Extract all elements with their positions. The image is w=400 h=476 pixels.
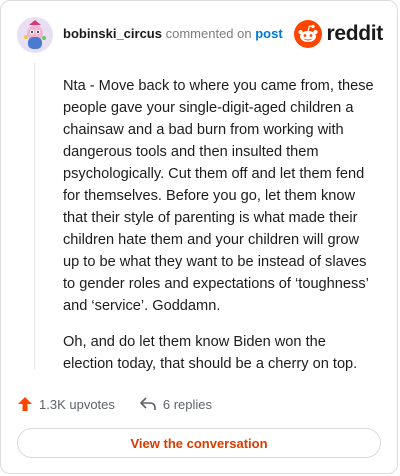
replies-button[interactable]: 6 replies xyxy=(139,396,212,412)
reddit-snoo-icon xyxy=(294,20,323,48)
replies-count: 6 replies xyxy=(162,396,213,412)
comment-paragraph: Nta - Move back to where you came from, … xyxy=(63,78,374,314)
comment-body: Nta - Move back to where you came from, … xyxy=(63,75,377,389)
comment-header: bobinski_circus commented on post reddit xyxy=(15,15,383,55)
reply-arrow-icon xyxy=(140,397,156,410)
comment-paragraph: Oh, and do let them know Biden won the e… xyxy=(63,334,358,372)
view-conversation-button[interactable]: View the conversation xyxy=(17,428,381,458)
username-link[interactable]: bobinski_circus xyxy=(63,26,162,41)
reddit-logo[interactable]: reddit xyxy=(294,19,383,49)
reddit-wordmark: reddit xyxy=(326,22,383,45)
thread-line xyxy=(34,63,35,369)
comment-actions: 1.3K upvotes 6 replies xyxy=(17,393,212,415)
comment-meta: bobinski_circus commented on post xyxy=(63,26,283,42)
embedded-comment-card: bobinski_circus commented on post reddit… xyxy=(0,0,398,474)
upvote-arrow-icon xyxy=(18,397,32,411)
upvote-button[interactable]: 1.3K upvotes xyxy=(17,396,115,412)
snoo-avatar-icon[interactable] xyxy=(17,17,53,53)
commented-on-text: commented on xyxy=(165,26,252,41)
upvote-count: 1.3K upvotes xyxy=(39,396,115,412)
post-link[interactable]: post xyxy=(255,26,282,41)
